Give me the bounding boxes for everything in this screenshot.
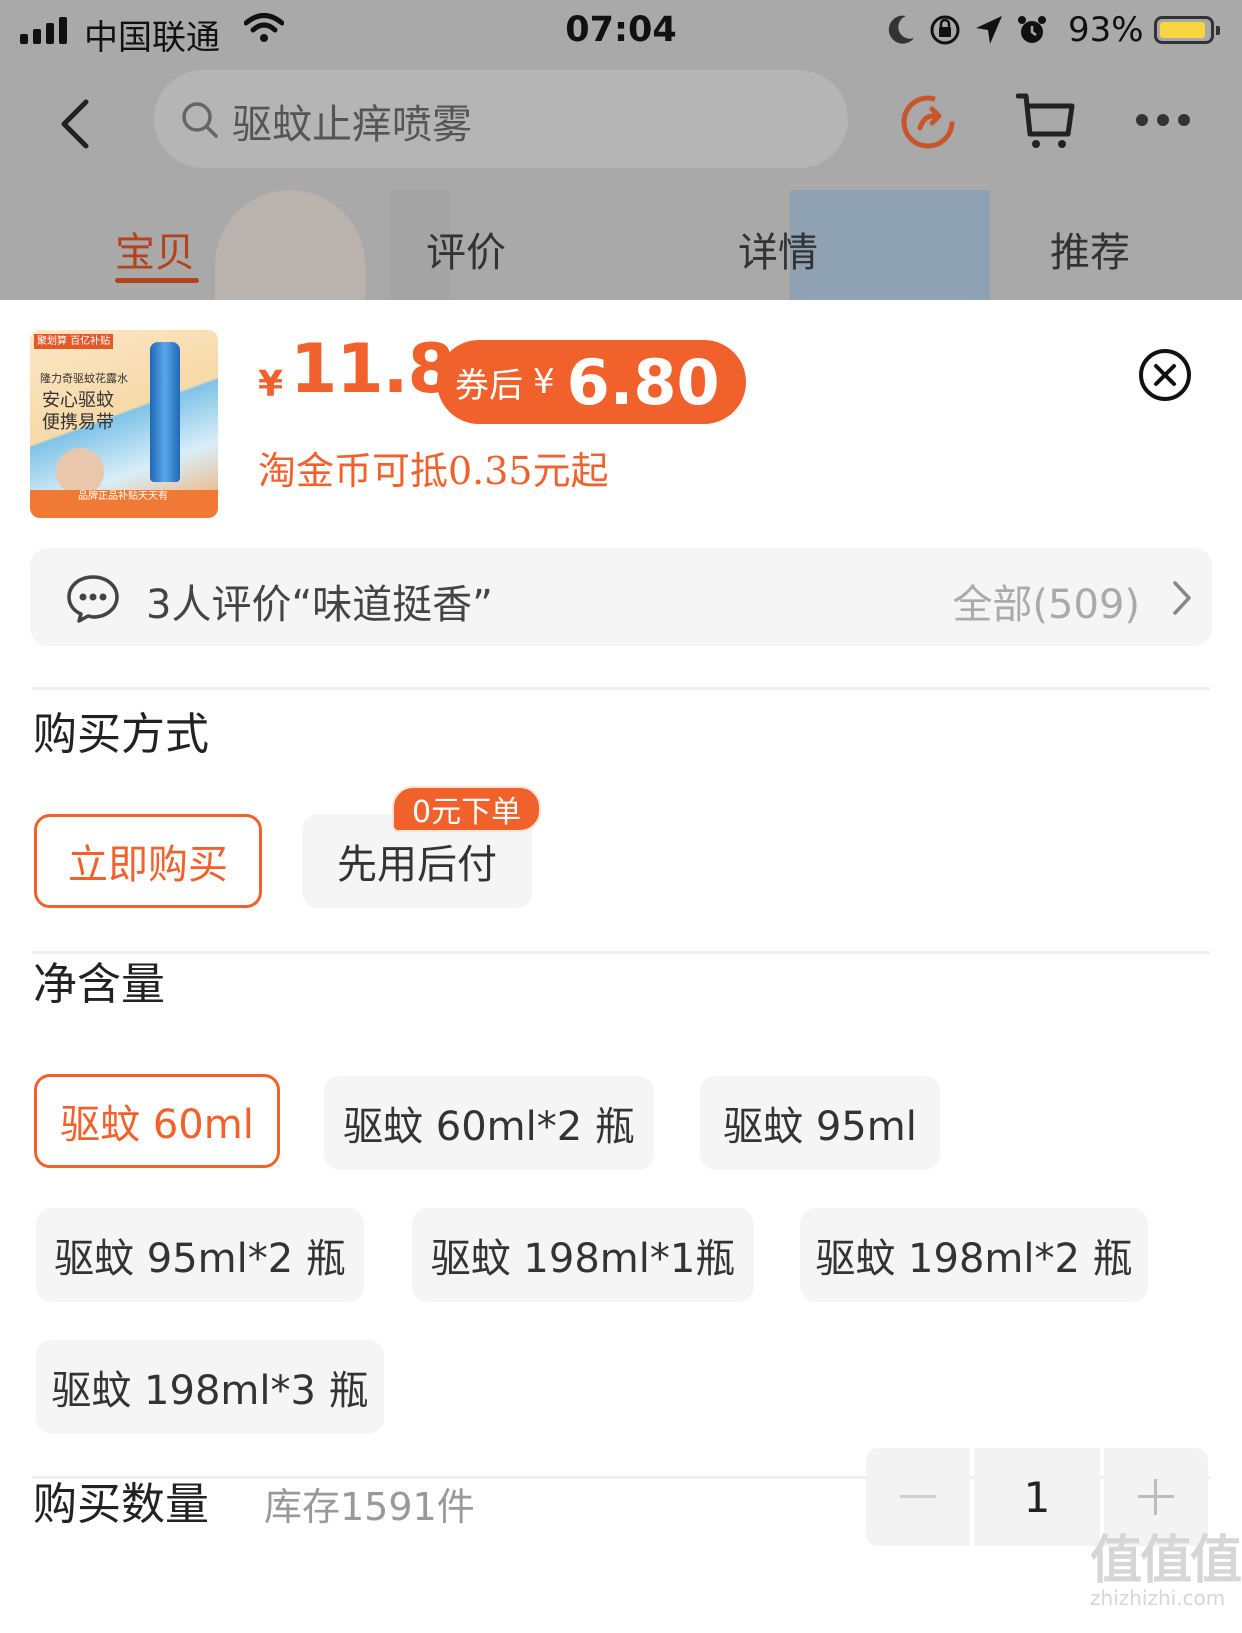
search-icon: [182, 102, 218, 138]
variant-option[interactable]: 驱蚊 95ml*2 瓶: [36, 1208, 364, 1302]
section-divider: [32, 687, 1210, 690]
close-icon[interactable]: [1138, 348, 1192, 402]
thumbnail-footer: 品牌正品补贴天天有: [30, 490, 218, 518]
tab-reviews[interactable]: 评价: [426, 220, 506, 278]
top-nav-bar: 驱蚊止痒喷雾: [0, 62, 1242, 182]
taojinbi-discount-text: 淘金币可抵0.35元起: [258, 449, 609, 493]
variant-option[interactable]: 驱蚊 60ml: [34, 1074, 280, 1168]
moon-icon: [888, 15, 914, 44]
shopping-cart-icon[interactable]: [1016, 90, 1076, 152]
page-backdrop[interactable]: 中国联通 07:04 93% 驱蚊止痒喷雾 宝贝 评价 详情 推荐: [0, 0, 1242, 300]
site-watermark: 值值值 zhizhizhi.com: [1090, 1531, 1242, 1610]
purchase-method-title: 购买方式: [33, 709, 209, 760]
more-options-icon[interactable]: [1136, 114, 1190, 126]
buy-now-option[interactable]: 立即购买: [34, 814, 262, 908]
price-currency: ¥: [258, 364, 284, 405]
quantity-value[interactable]: 1: [974, 1448, 1100, 1546]
coupon-currency: ¥: [533, 362, 555, 402]
review-summary-bar[interactable]: 3人评价“味道挺香” 全部(509): [30, 548, 1212, 646]
variant-option[interactable]: 驱蚊 95ml: [700, 1076, 940, 1170]
coupon-label: 券后: [455, 365, 523, 406]
status-time: 07:04: [565, 10, 677, 50]
price: 11.8: [290, 330, 455, 409]
rotation-lock-icon: [930, 15, 960, 45]
variant-option[interactable]: 驱蚊 198ml*3 瓶: [36, 1340, 384, 1434]
tab-details[interactable]: 详情: [738, 220, 818, 278]
search-input[interactable]: 驱蚊止痒喷雾: [154, 70, 848, 168]
minus-icon: [900, 1495, 936, 1498]
product-tabs: 宝贝 评价 详情 推荐: [0, 208, 1242, 300]
chat-bubble-icon: [67, 575, 119, 623]
review-highlight-text: 3人评价“味道挺香”: [146, 582, 493, 628]
alarm-icon: [1018, 16, 1046, 43]
watermark-logo: 值值值: [1090, 1531, 1242, 1591]
sku-selection-sheet: 聚划算 百亿补贴 隆力奇驱蚊花露水 安心驱蚊 便携易带 品牌正品补贴天天有 ¥ …: [0, 300, 1242, 1633]
quantity-title: 购买数量: [33, 1479, 209, 1530]
coupon-price: 6.80: [566, 345, 720, 419]
decrease-button[interactable]: [866, 1448, 970, 1546]
thumbnail-slogan: 安心驱蚊 便携易带: [42, 390, 114, 433]
search-query-text: 驱蚊止痒喷雾: [232, 102, 472, 148]
thumbnail-brand: 隆力奇驱蚊花露水: [40, 372, 128, 385]
plus-icon: [1138, 1479, 1174, 1515]
stock-count: 库存1591件: [264, 1485, 475, 1529]
tab-recommend[interactable]: 推荐: [1050, 220, 1130, 278]
status-icons: [886, 13, 1048, 47]
zero-down-tag: 0元下单: [392, 786, 542, 832]
share-icon[interactable]: [896, 92, 960, 152]
variant-option[interactable]: 驱蚊 60ml*2 瓶: [324, 1076, 654, 1170]
review-count-link[interactable]: 全部(509): [952, 572, 1140, 630]
variant-option[interactable]: 驱蚊 198ml*1瓶: [412, 1208, 754, 1302]
chevron-right-icon: [1173, 581, 1191, 615]
location-arrow-icon: [976, 16, 1002, 44]
coupon-price-badge: 券后 ¥ 6.80: [437, 340, 746, 424]
tab-item[interactable]: 宝贝: [115, 220, 195, 278]
spokesperson-image: [56, 448, 104, 496]
watermark-url: zhizhizhi.com: [1090, 1586, 1226, 1610]
back-chevron-icon[interactable]: [52, 96, 98, 152]
product-thumbnail[interactable]: 聚划算 百亿补贴 隆力奇驱蚊花露水 安心驱蚊 便携易带 品牌正品补贴天天有: [30, 330, 218, 518]
variant-option[interactable]: 驱蚊 198ml*2 瓶: [800, 1208, 1148, 1302]
net-content-title: 净含量: [33, 959, 165, 1010]
battery-percentage: 93%: [1068, 10, 1144, 50]
status-bar: 中国联通 07:04 93%: [0, 0, 1242, 62]
battery-icon: [1154, 16, 1220, 44]
spray-bottle-image: [150, 342, 180, 482]
active-tab-indicator: [115, 278, 199, 283]
thumbnail-badge: 聚划算 百亿补贴: [34, 334, 114, 349]
section-divider: [32, 951, 1210, 954]
